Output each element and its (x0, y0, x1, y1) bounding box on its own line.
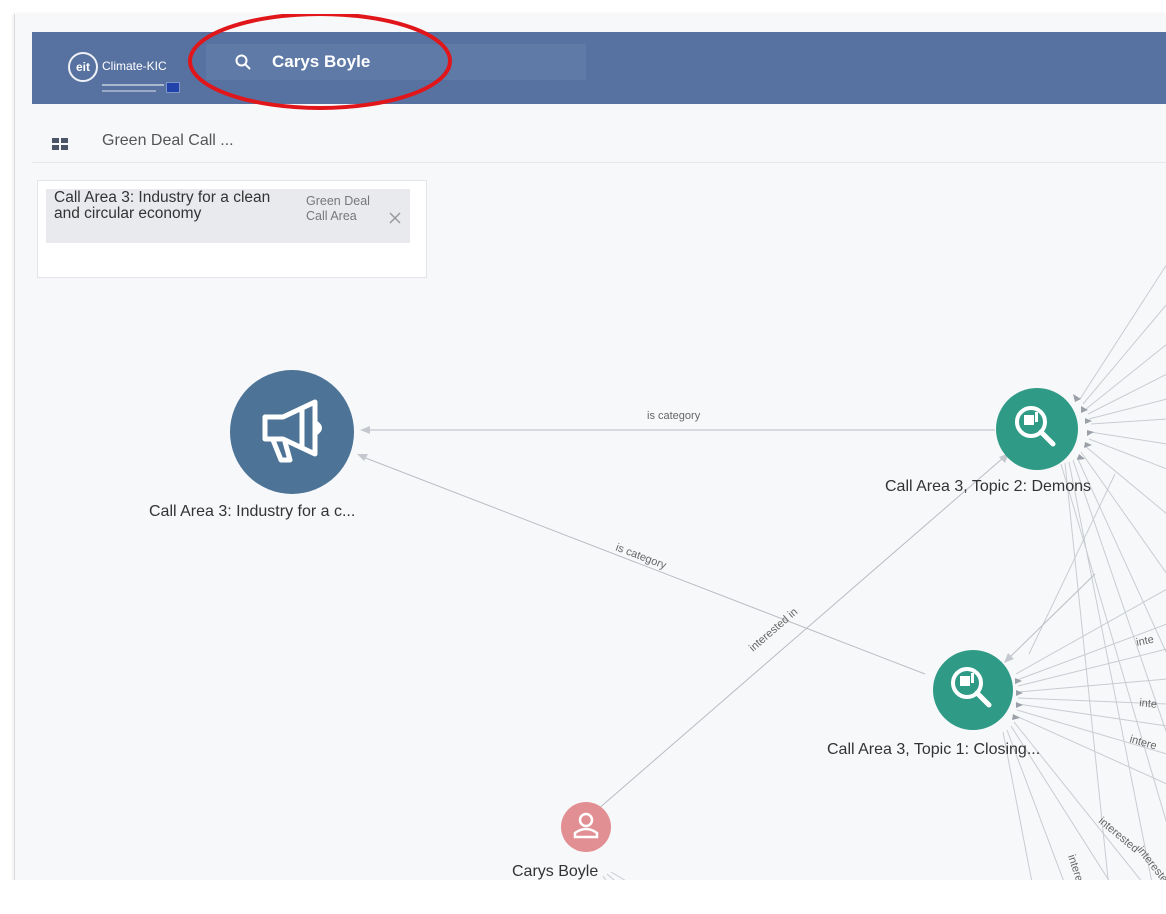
filter-chip[interactable]: Call Area 3: Industry for a clean and ci… (46, 189, 410, 243)
filter-chip-type: Green Deal Call Area (306, 194, 370, 223)
node-label-topic-2: Call Area 3, Topic 2: Demons (885, 478, 1091, 495)
node-label-topic-1: Call Area 3, Topic 1: Closing... (827, 741, 1040, 758)
edge-is-category-mid[interactable]: is category (357, 454, 926, 675)
network-graph[interactable]: is category is category interested in in… (15, 14, 1166, 898)
edge-is-category-top[interactable]: is category (360, 410, 995, 434)
svg-text:inte: inte (1139, 697, 1158, 711)
app-window: eit Climate-KIC Carys Boyle Green Deal C… (14, 14, 1166, 898)
active-filter-panel: Call Area 3: Industry for a clean and ci… (37, 180, 427, 278)
node-call-area-3[interactable]: Call Area 3: Industry for a c... (149, 370, 355, 520)
page-bottom-margin (0, 880, 1166, 914)
svg-text:interested: interested (1096, 815, 1141, 855)
edge-label-interested-in: interested in (747, 606, 800, 654)
filter-chip-label: Call Area 3: Industry for a clean and ci… (54, 189, 271, 222)
node-person-carys-boyle[interactable]: Carys Boyle (512, 802, 611, 880)
node-label-call-area: Call Area 3: Industry for a c... (149, 503, 355, 520)
svg-text:inte: inte (1135, 634, 1155, 649)
node-label-person: Carys Boyle (512, 863, 598, 880)
highlight-annotation (188, 14, 452, 110)
background-edges (602, 264, 1166, 898)
edge-label-is-category: is category (647, 410, 701, 422)
close-icon[interactable] (388, 211, 402, 225)
truncated-edge-labels: inte inte intere interested interested i… (1065, 634, 1166, 898)
node-topic-2[interactable]: Call Area 3, Topic 2: Demons (885, 388, 1091, 495)
node-topic-1[interactable]: Call Area 3, Topic 1: Closing... (827, 650, 1040, 758)
svg-text:intere: intere (1128, 733, 1158, 752)
